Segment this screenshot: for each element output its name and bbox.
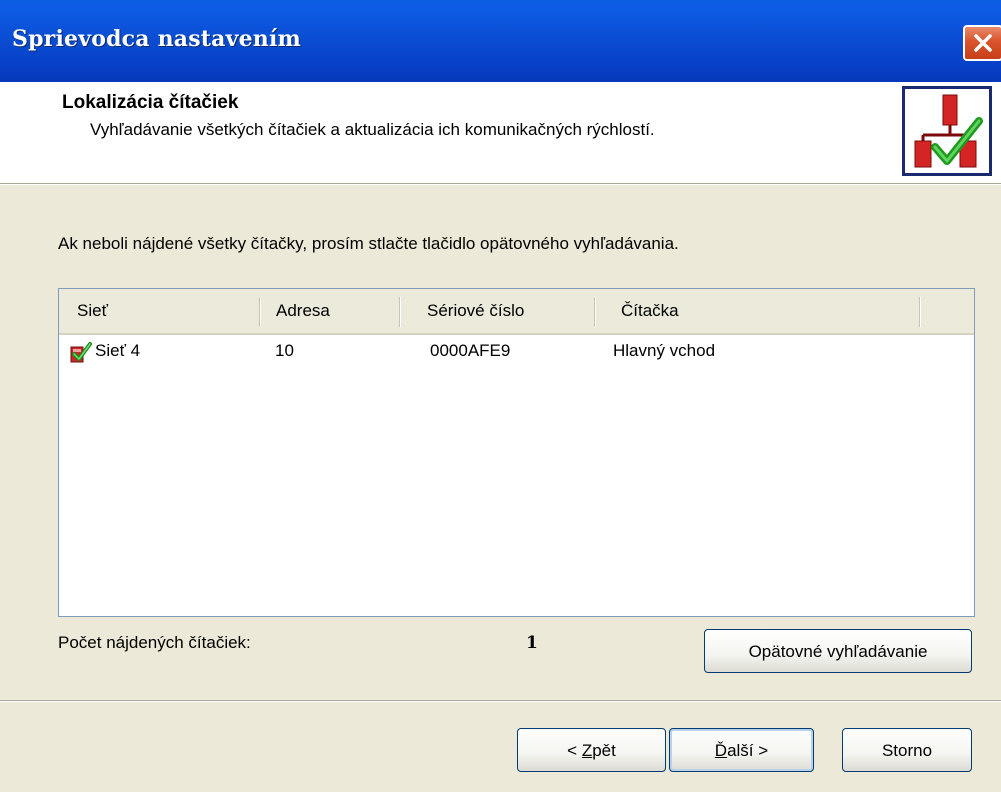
column-header-reader[interactable]: Čítačka (621, 289, 679, 333)
close-button[interactable] (963, 25, 1001, 61)
column-header-network[interactable]: Sieť (77, 289, 108, 333)
research-button[interactable]: Opätovné vyhľadávanie (704, 629, 972, 673)
readers-list[interactable]: Sieť Adresa Sériové číslo Čítačka Sieť 4… (58, 288, 975, 617)
back-button[interactable]: < Zpět (517, 728, 666, 772)
column-divider[interactable] (594, 297, 595, 327)
close-icon (974, 34, 992, 52)
wizard-header: Lokalizácia čítačiek Vyhľadávanie všetký… (0, 82, 1001, 184)
found-count-value: 1 (526, 633, 538, 653)
cell-network: Sieť 4 (95, 341, 141, 360)
next-button[interactable]: Ďalší > (669, 728, 814, 772)
page-subtitle: Vyhľadávanie všetkých čítačiek a aktuali… (90, 120, 655, 139)
back-prefix: < (567, 741, 582, 760)
next-label-rest: alší > (727, 741, 769, 760)
back-accesskey: Z (581, 741, 593, 760)
column-divider[interactable] (919, 297, 920, 327)
cell-address: 10 (275, 341, 294, 360)
table-row[interactable]: Sieť 4 10 0000AFE9 Hlavný vchod (59, 337, 974, 367)
footer-separator (0, 700, 1001, 702)
list-header: Sieť Adresa Sériové číslo Čítačka (59, 289, 974, 335)
cell-serial: 0000AFE9 (430, 341, 511, 360)
header-divider (0, 184, 1001, 185)
cell-reader: Hlavný vchod (613, 341, 716, 360)
cancel-button[interactable]: Storno (842, 728, 972, 772)
next-accesskey: Ď (714, 741, 728, 760)
page-title: Lokalizácia čítačiek (62, 92, 239, 113)
checked-reader-icon (70, 342, 92, 363)
column-header-address[interactable]: Adresa (276, 289, 330, 333)
window-title: Sprievodca nastavením (12, 26, 302, 52)
column-divider[interactable] (399, 297, 400, 327)
back-label-rest: pět (592, 741, 616, 760)
column-divider[interactable] (259, 297, 260, 327)
setup-wizard-window: Sprievodca nastavením Lokalizácia čítači… (0, 0, 1001, 792)
instruction-text: Ak neboli nájdené všetky čítačky, prosím… (58, 234, 679, 253)
title-bar[interactable]: Sprievodca nastavením (0, 0, 1001, 82)
column-header-serial[interactable]: Sériové číslo (427, 289, 524, 333)
readers-check-icon (902, 86, 992, 176)
found-count-label: Počet nájdených čítačiek: (58, 633, 251, 652)
